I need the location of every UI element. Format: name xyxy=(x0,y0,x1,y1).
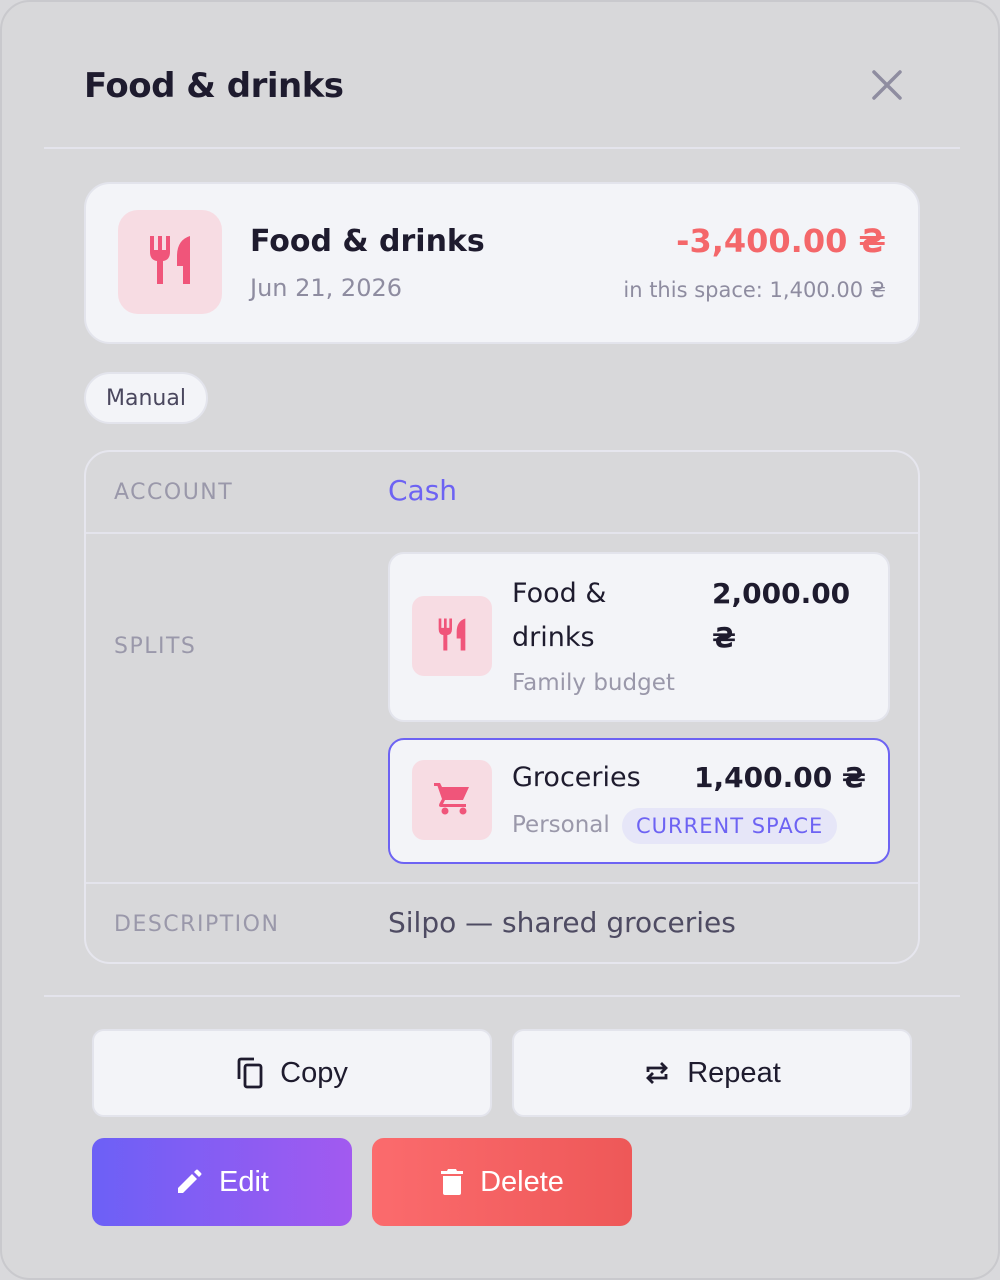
current-space-badge: CURRENT SPACE xyxy=(622,808,838,844)
split-category-name: Food & drinks xyxy=(512,572,606,660)
repeat-icon xyxy=(643,1059,671,1087)
split-name-line: Food & xyxy=(512,578,607,609)
delete-label: Delete xyxy=(480,1165,564,1198)
copy-icon xyxy=(236,1057,264,1089)
close-icon xyxy=(870,68,904,106)
description-label: DESCRIPTION xyxy=(114,912,280,937)
details-table: ACCOUNT Cash SPLITS Food & drinks Family… xyxy=(84,450,920,964)
split-item-current[interactable]: Groceries Personal CURRENT SPACE 1,400.0… xyxy=(388,738,890,864)
description-value: Silpo — shared groceries xyxy=(388,906,736,939)
modal-title: Food & drinks xyxy=(84,66,344,106)
copy-label: Copy xyxy=(280,1056,348,1089)
split-space-name: Personal xyxy=(512,812,610,838)
copy-button[interactable]: Copy xyxy=(92,1029,492,1117)
edit-button[interactable]: Edit xyxy=(92,1138,352,1226)
transaction-details-modal: Food & drinks Food & drinks Jun 21, 2026… xyxy=(0,0,1000,1280)
category-icon-box xyxy=(118,210,222,314)
row-divider xyxy=(86,882,918,884)
account-link[interactable]: Cash xyxy=(388,474,457,507)
header-divider xyxy=(44,147,960,149)
fork-knife-icon xyxy=(146,234,194,290)
split-category-icon-box xyxy=(412,760,492,840)
split-amount-line: ₴ xyxy=(712,621,737,654)
row-divider xyxy=(86,532,918,534)
transaction-date: Jun 21, 2026 xyxy=(250,274,403,302)
space-amount: in this space: 1,400.00 ₴ xyxy=(623,278,886,302)
trash-icon xyxy=(440,1168,464,1196)
split-space-name: Family budget xyxy=(512,670,675,696)
split-amount: 1,400.00 ₴ xyxy=(694,761,866,794)
pencil-icon xyxy=(175,1168,203,1196)
split-amount-line: 2,000.00 xyxy=(712,577,851,610)
delete-button[interactable]: Delete xyxy=(372,1138,632,1226)
repeat-label: Repeat xyxy=(687,1056,781,1089)
account-label: ACCOUNT xyxy=(114,480,234,505)
footer-divider xyxy=(44,995,960,997)
shopping-cart-icon xyxy=(433,781,471,819)
split-name-line: drinks xyxy=(512,622,595,653)
repeat-button[interactable]: Repeat xyxy=(512,1029,912,1117)
split-item[interactable]: Food & drinks Family budget 2,000.00 ₴ xyxy=(388,552,890,722)
split-category-name: Groceries xyxy=(512,762,641,793)
fork-knife-icon xyxy=(436,617,468,656)
transaction-category-name: Food & drinks xyxy=(250,224,485,259)
split-category-icon-box xyxy=(412,596,492,676)
transaction-summary-card: Food & drinks Jun 21, 2026 -3,400.00 ₴ i… xyxy=(84,182,920,344)
close-button[interactable] xyxy=(866,66,908,108)
splits-label: SPLITS xyxy=(114,634,197,659)
edit-label: Edit xyxy=(219,1165,269,1198)
source-tag: Manual xyxy=(84,372,208,424)
split-amount: 2,000.00 ₴ xyxy=(712,572,850,660)
transaction-amount: -3,400.00 ₴ xyxy=(676,222,886,260)
